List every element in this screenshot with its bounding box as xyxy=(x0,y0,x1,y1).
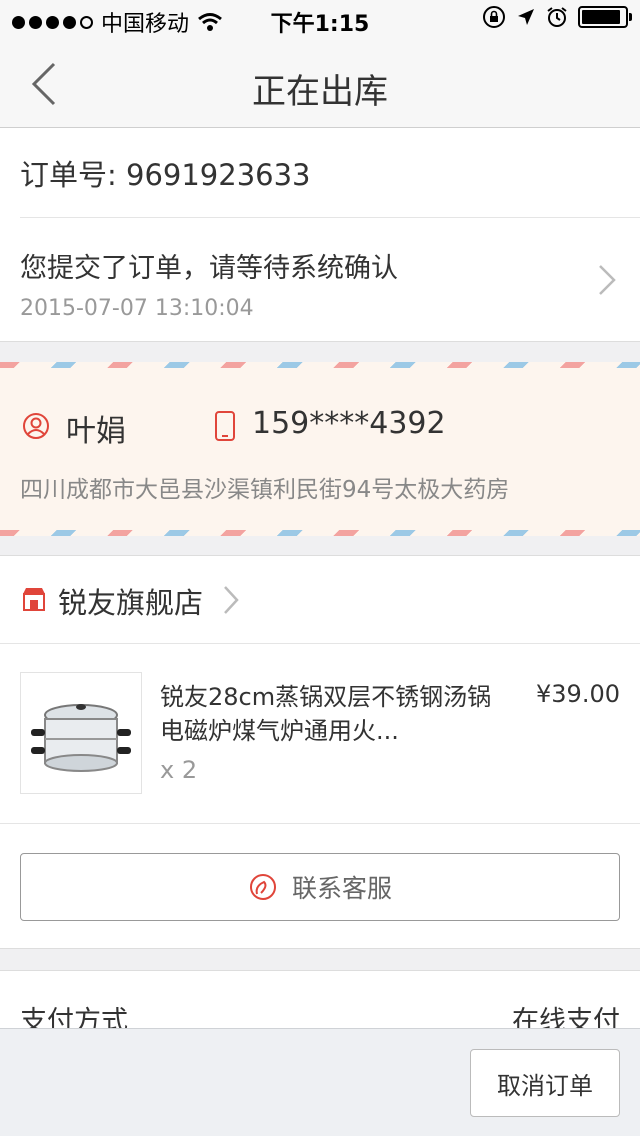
store-header[interactable]: 锐友旗舰店 xyxy=(0,556,640,644)
shipping-address: 四川成都市大邑县沙渠镇利民街94号太极大药房 xyxy=(20,477,510,503)
status-right xyxy=(482,5,632,29)
chevron-right-icon xyxy=(599,265,616,295)
product-quantity: x 2 xyxy=(160,756,198,784)
store-name: 锐友旗舰店 xyxy=(58,586,204,620)
product-price: ¥39.00 xyxy=(536,680,620,708)
order-status-time: 2015-07-07 13:10:04 xyxy=(20,296,254,321)
envelope-stripe-top xyxy=(0,362,640,368)
nav-bar: 正在出库 xyxy=(0,40,640,128)
status-bar: 中国移动 下午1:15 xyxy=(0,0,640,40)
order-number-row: 订单号: 9691923633 xyxy=(20,128,640,218)
store-icon xyxy=(23,588,45,611)
order-status-row[interactable]: 您提交了订单，请等待系统确认 2015-07-07 13:10:04 xyxy=(0,218,640,342)
chat-support-icon xyxy=(249,874,276,900)
bottom-action-bar: 取消订单 xyxy=(0,1028,640,1136)
steamer-pot-image xyxy=(31,704,131,772)
product-title: 锐友28cm蒸锅双层不锈钢汤锅电磁炉煤气炉通用火... xyxy=(160,683,492,745)
order-detail-page: 中国移动 下午1:15 正在出库 订单号: 9691923633 您提交了订单，… xyxy=(0,0,640,1136)
recipient-name: 叶娟 xyxy=(66,414,126,449)
rotation-lock-icon xyxy=(483,6,505,28)
product-image xyxy=(20,672,142,794)
store-section: 锐友旗舰店 锐友28cm蒸锅双层不锈钢汤锅电磁炉煤气炉通用火... ¥39.00… xyxy=(0,555,640,949)
battery-icon xyxy=(578,6,632,28)
order-info-section: 订单号: 9691923633 您提交了订单，请等待系统确认 2015-07-0… xyxy=(0,128,640,342)
shipping-address-card: 叶娟 159****4392 四川成都市大邑县沙渠镇利民街94号太极大药房 xyxy=(0,362,640,536)
recipient-phone: 159****4392 xyxy=(252,406,446,441)
envelope-stripe-bottom xyxy=(0,530,640,536)
cancel-order-button[interactable]: 取消订单 xyxy=(470,1049,620,1117)
contact-support-button[interactable]: 联系客服 xyxy=(20,853,620,921)
chevron-right-icon xyxy=(224,586,239,614)
product-item[interactable]: 锐友28cm蒸锅双层不锈钢汤锅电磁炉煤气炉通用火... ¥39.00 x 2 xyxy=(0,644,640,824)
order-number: 订单号: 9691923633 xyxy=(20,157,311,192)
contact-support-label: 联系客服 xyxy=(291,874,392,903)
page-title: 正在出库 xyxy=(252,72,388,112)
order-status-message: 您提交了订单，请等待系统确认 xyxy=(20,253,398,284)
battery-fill xyxy=(582,10,620,24)
phone-icon xyxy=(215,411,235,441)
location-icon xyxy=(518,9,534,25)
person-icon xyxy=(23,413,49,439)
alarm-icon xyxy=(547,7,567,27)
